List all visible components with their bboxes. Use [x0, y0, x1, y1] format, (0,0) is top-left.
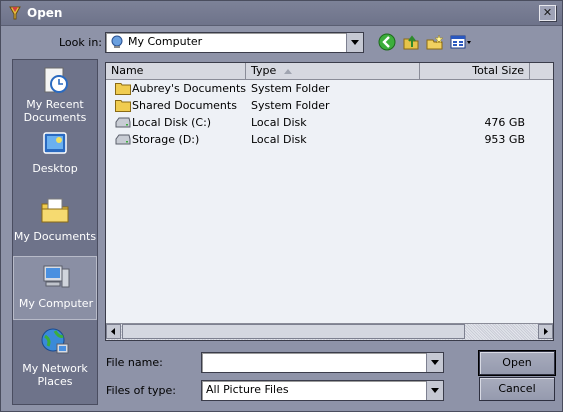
horizontal-scrollbar[interactable] [106, 323, 553, 340]
place-label: My Recent Documents [23, 98, 87, 124]
file-list[interactable]: Name Type Total Size Aubrey's Documents … [105, 62, 554, 341]
chevron-down-icon[interactable] [346, 33, 363, 52]
arrow-left-icon [111, 328, 115, 335]
scroll-right-button[interactable] [538, 324, 553, 339]
close-icon: ✕ [542, 6, 553, 19]
filetype-value: All Picture Files [206, 383, 289, 396]
recent-documents-icon [44, 67, 68, 93]
file-name: Aubrey's Documents [132, 82, 247, 95]
list-header: Name Type Total Size [106, 63, 553, 80]
place-label: My Network Places [22, 362, 88, 388]
places-bar: My Recent Documents Desktop My Documents [12, 59, 98, 405]
close-button[interactable]: ✕ [539, 5, 556, 21]
network-places-icon [41, 328, 69, 354]
my-computer-icon [43, 265, 70, 288]
place-label: Desktop [32, 162, 78, 175]
file-name: Local Disk (C:) [132, 116, 212, 129]
lookin-combo[interactable]: My Computer [105, 32, 364, 53]
folder-icon [115, 100, 131, 112]
scroll-left-button[interactable] [106, 324, 121, 339]
place-my-documents[interactable]: My Documents [13, 190, 97, 252]
list-item[interactable]: Storage (D:) Local Disk 953 GB [106, 131, 553, 148]
file-name: Storage (D:) [132, 133, 200, 146]
my-computer-small-icon [111, 35, 123, 48]
place-desktop[interactable]: Desktop [13, 124, 97, 186]
drive-icon [115, 117, 131, 128]
file-type: System Folder [251, 82, 330, 95]
app-icon [9, 6, 21, 20]
file-type: System Folder [251, 99, 330, 112]
title-bar[interactable]: Open ✕ [1, 1, 562, 26]
file-type: Local Disk [251, 116, 307, 129]
desktop-icon [43, 132, 67, 154]
lookin-label: Look in: [59, 36, 102, 49]
drive-icon [115, 134, 131, 145]
file-type: Local Disk [251, 133, 307, 146]
arrow-right-icon [544, 328, 548, 335]
file-size: 476 GB [484, 116, 525, 129]
filetype-label: Files of type: [106, 384, 177, 397]
open-dialog: Open ✕ Look in: My Computer My Recent Do… [0, 0, 563, 412]
back-icon[interactable] [378, 32, 396, 52]
place-label: My Documents [13, 230, 97, 243]
view-menu-icon[interactable] [449, 32, 473, 52]
column-header-filler [530, 63, 553, 79]
list-item[interactable]: Shared Documents System Folder [106, 97, 553, 114]
new-folder-icon[interactable] [426, 32, 444, 52]
filename-label: File name: [106, 356, 163, 369]
sort-ascending-icon [284, 69, 292, 74]
place-network[interactable]: My Network Places [13, 322, 97, 392]
place-my-computer[interactable]: My Computer [13, 256, 97, 320]
place-recent-documents[interactable]: My Recent Documents [13, 60, 97, 124]
filetype-select[interactable]: All Picture Files [201, 380, 444, 401]
list-item[interactable]: Local Disk (C:) Local Disk 476 GB [106, 114, 553, 131]
file-size: 953 GB [484, 133, 525, 146]
my-documents-icon [41, 198, 69, 223]
open-button[interactable]: Open [478, 350, 556, 376]
lookin-value: My Computer [128, 35, 203, 48]
scroll-thumb[interactable] [122, 324, 465, 339]
list-item[interactable]: Aubrey's Documents System Folder [106, 80, 553, 97]
folder-icon [115, 83, 131, 95]
cancel-button[interactable]: Cancel [479, 377, 555, 401]
column-header-type[interactable]: Type [246, 63, 420, 79]
filename-field[interactable] [201, 352, 444, 373]
up-folder-icon[interactable] [402, 32, 420, 52]
column-header-total-size[interactable]: Total Size [420, 63, 530, 79]
column-header-name[interactable]: Name [106, 63, 246, 79]
chevron-down-icon[interactable] [426, 353, 443, 372]
chevron-down-icon[interactable] [426, 381, 443, 400]
place-label: My Computer [18, 297, 94, 310]
window-title: Open [27, 6, 63, 20]
file-name: Shared Documents [132, 99, 237, 112]
